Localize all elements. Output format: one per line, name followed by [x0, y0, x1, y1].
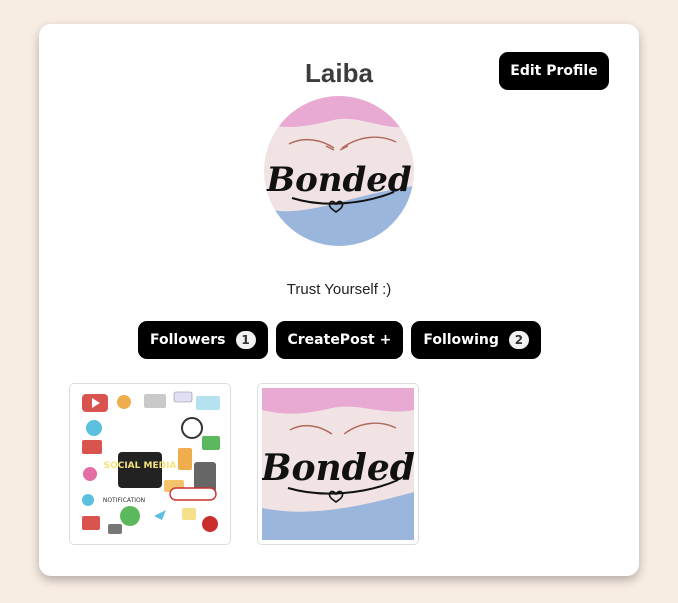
profile-actions: Followers 1 CreatePost + Following 2: [138, 321, 541, 359]
post-thumbnail[interactable]: SOCIAL MEDIA NOTIFICATION: [69, 383, 231, 545]
post-thumbnail[interactable]: Bonded: [257, 383, 419, 545]
collage-subtitle: NOTIFICATION: [103, 497, 145, 504]
followers-button[interactable]: Followers 1: [138, 321, 268, 359]
following-label: Following: [423, 332, 499, 348]
avatar: Bonded: [264, 96, 414, 246]
create-post-label: CreatePost +: [287, 332, 392, 348]
bonded-logo-image: Bonded: [264, 96, 414, 246]
following-button[interactable]: Following 2: [411, 321, 541, 359]
followers-count-badge: 1: [235, 331, 256, 349]
edit-profile-button[interactable]: Edit Profile: [499, 52, 609, 90]
profile-bio: Trust Yourself :): [286, 281, 392, 298]
social-media-collage-image: SOCIAL MEDIA NOTIFICATION: [74, 388, 226, 540]
bonded-post-image: Bonded: [262, 388, 414, 540]
profile-card: Laiba Edit Profile Bonded Trust Yourself…: [39, 24, 639, 576]
create-post-button[interactable]: CreatePost +: [275, 321, 404, 359]
following-count-badge: 2: [508, 331, 529, 349]
collage-title: SOCIAL MEDIA: [104, 461, 177, 471]
followers-label: Followers: [150, 332, 226, 348]
